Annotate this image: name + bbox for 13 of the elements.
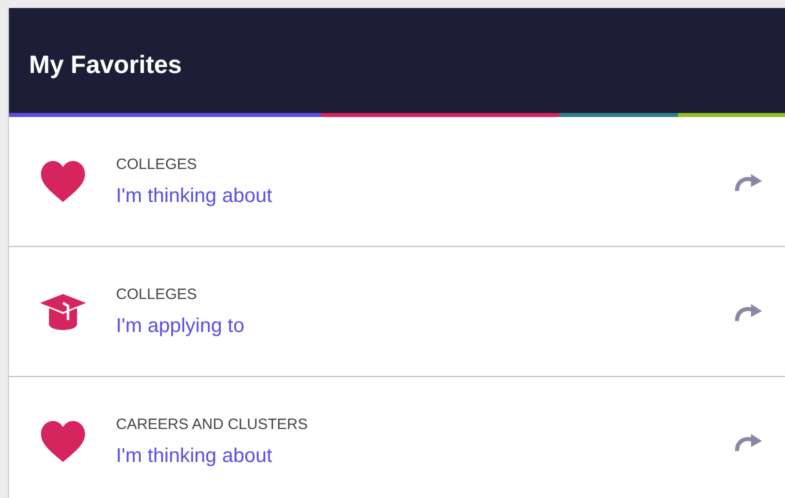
heart-icon [40, 420, 86, 462]
category-label: COLLEGES [116, 156, 198, 172]
list-link[interactable]: I'm thinking about [116, 444, 272, 468]
category-label: CAREERS AND CLUSTERS [116, 416, 309, 432]
category-label: COLLEGES [116, 286, 198, 302]
share-icon[interactable] [733, 432, 763, 452]
panel-title: My Favorites [29, 51, 182, 80]
heart-icon [40, 160, 86, 202]
list-link[interactable]: I'm applying to [116, 314, 244, 338]
list-link[interactable]: I'm thinking about [116, 184, 272, 208]
share-icon[interactable] [733, 302, 763, 322]
share-icon[interactable] [733, 172, 763, 192]
graduation-cap-icon [40, 294, 86, 330]
